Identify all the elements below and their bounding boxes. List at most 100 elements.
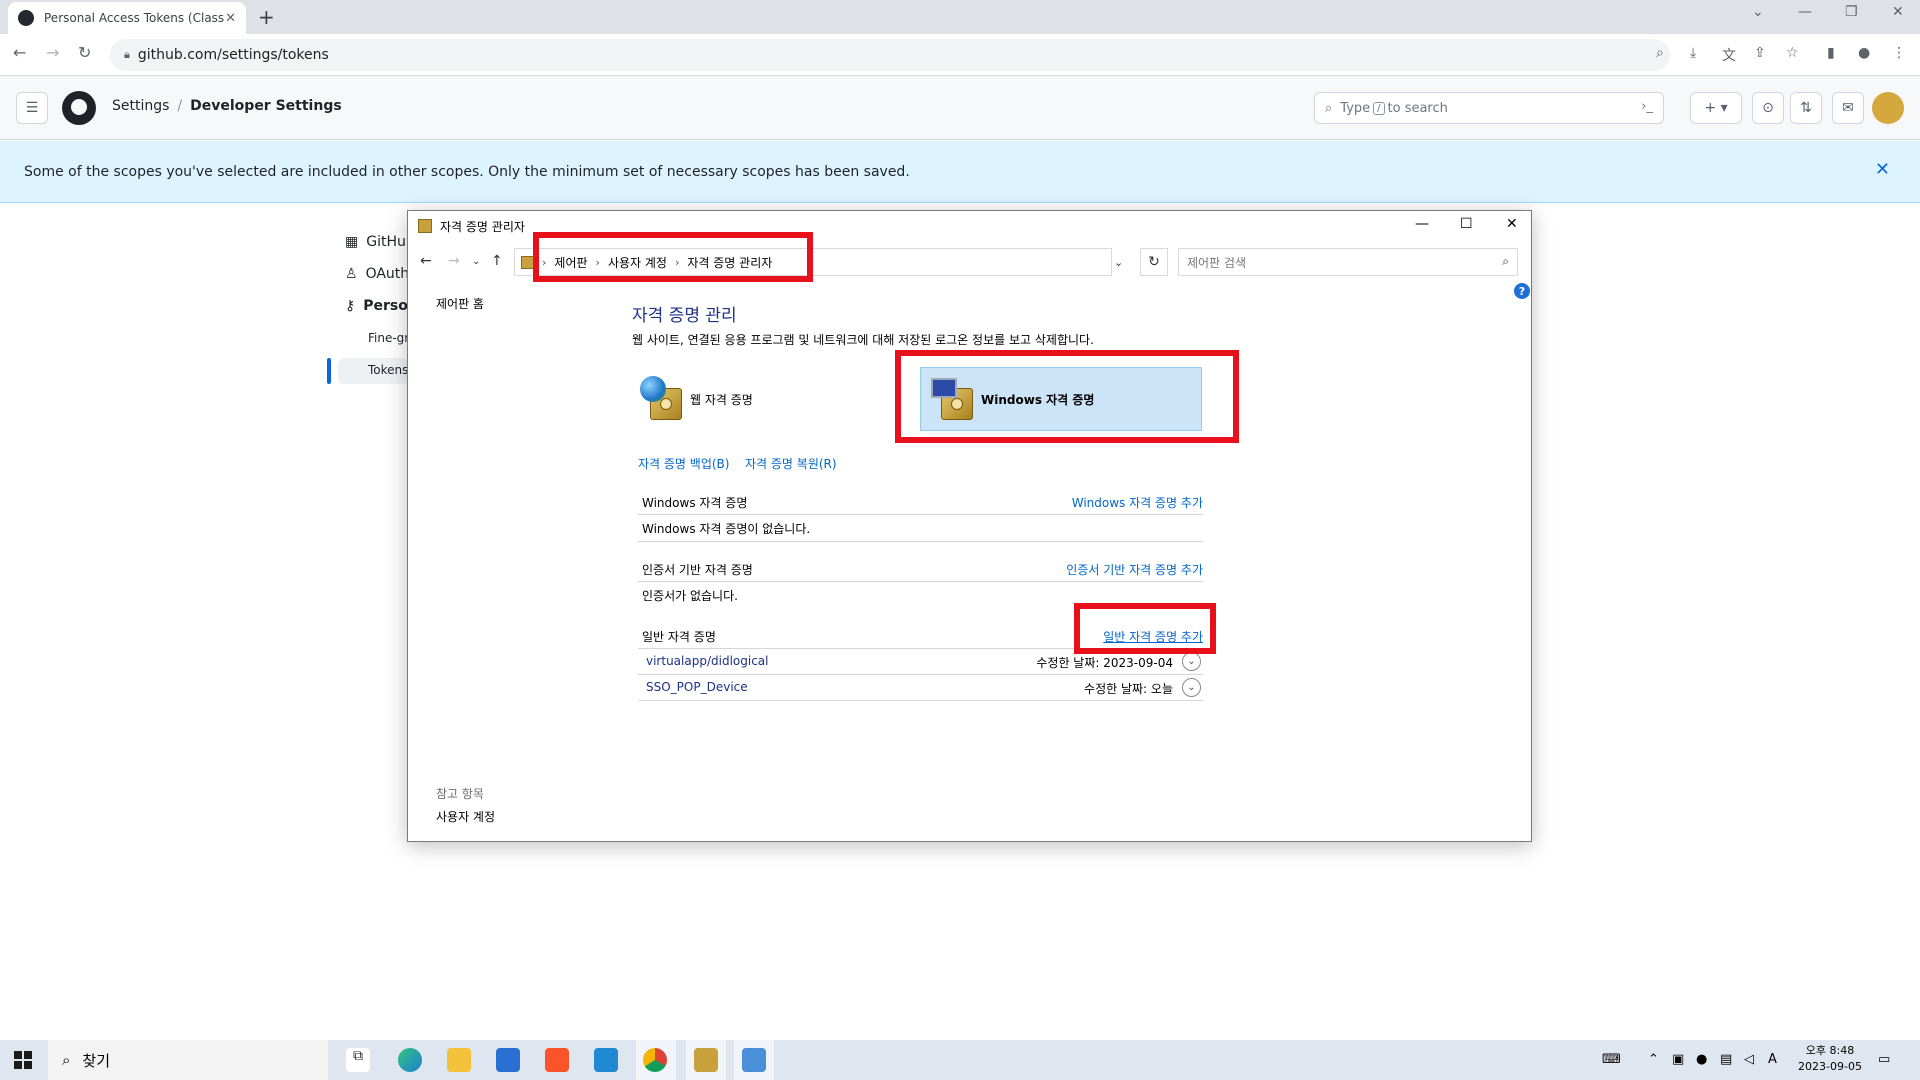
flash-close-icon[interactable]: ✕ <box>1875 159 1890 180</box>
github-logo-icon[interactable] <box>62 91 96 125</box>
web-credentials-tile[interactable]: 웹 자격 증명 <box>640 367 880 431</box>
network-icon[interactable]: ▤ <box>1720 1052 1732 1067</box>
windows-credentials-empty: Windows 자격 증명이 없습니다. <box>642 522 811 536</box>
share-icon[interactable]: ⇪ <box>1754 45 1766 61</box>
recent-locations-icon[interactable]: ⌄ <box>472 256 480 267</box>
command-palette-icon[interactable]: ›_ <box>1641 99 1653 114</box>
install-icon[interactable]: ⤓ <box>1690 45 1696 61</box>
ime-indicator[interactable]: A <box>1768 1052 1777 1067</box>
pull-requests-icon[interactable]: ⇅ <box>1790 92 1822 124</box>
address-dropdown-icon[interactable]: ⌄ <box>1114 256 1123 269</box>
bookmark-star-icon[interactable]: ☆ <box>1786 45 1799 61</box>
sidebar-item-github-apps[interactable]: ▦ GitHub <box>345 234 415 250</box>
breadcrumb: Settings / Developer Settings <box>112 98 342 114</box>
credential-manager-app-icon <box>418 219 432 233</box>
taskbar-search-box[interactable]: ⌕ 찾기 <box>48 1040 328 1080</box>
person-icon: ♙ <box>345 266 358 282</box>
refresh-icon[interactable]: ↻ <box>1140 248 1168 276</box>
up-level-icon[interactable]: ↑ <box>491 253 503 269</box>
new-tab-button[interactable]: + <box>258 5 275 29</box>
page-title: 자격 증명 관리 <box>632 306 737 326</box>
task-view-icon[interactable]: ⧉ <box>346 1048 370 1072</box>
edge-icon[interactable] <box>398 1048 422 1072</box>
browser-tab[interactable]: Personal Access Tokens (Classic) ✕ <box>8 2 246 34</box>
highlight-address-bar <box>533 232 813 282</box>
backup-credentials-link[interactable]: 자격 증명 백업(B) <box>638 455 729 472</box>
dialog-maximize-icon[interactable]: ☐ <box>1460 216 1473 232</box>
certificate-credentials-section: 인증서 기반 자격 증명 인증서 기반 자격 증명 추가 <box>638 556 1203 582</box>
issues-icon[interactable]: ⊙ <box>1752 92 1784 124</box>
breadcrumb-developer-settings[interactable]: Developer Settings <box>190 98 342 114</box>
dialog-close-icon[interactable]: ✕ <box>1506 216 1518 232</box>
keyboard-icon[interactable]: ⌨ <box>1602 1052 1621 1067</box>
list-item[interactable]: SSO_POP_Device 수정한 날짜: 오늘 ⌄ <box>638 675 1203 701</box>
tab-close-icon[interactable]: ✕ <box>225 11 236 26</box>
back-icon[interactable]: ← <box>13 43 26 62</box>
minimize-icon[interactable]: — <box>1798 4 1812 20</box>
create-new-button[interactable]: + ▾ <box>1690 92 1742 124</box>
address-url: github.com/settings/tokens <box>137 47 329 63</box>
sidebar-active-indicator <box>327 358 331 384</box>
user-accounts-link[interactable]: 사용자 계정 <box>436 808 495 825</box>
dialog-forward-icon[interactable]: → <box>448 253 460 269</box>
expand-chevron-icon[interactable]: ⌄ <box>1182 678 1201 697</box>
close-window-icon[interactable]: ✕ <box>1892 4 1904 20</box>
section-label: 인증서 기반 자격 증명 <box>642 563 753 577</box>
inbox-icon[interactable]: ✉ <box>1832 92 1864 124</box>
reload-icon[interactable]: ↻ <box>78 43 91 62</box>
section-label: Windows 자격 증명 <box>642 496 748 510</box>
divider <box>638 541 1203 542</box>
file-explorer-icon[interactable] <box>447 1048 471 1072</box>
start-button[interactable] <box>14 1051 32 1069</box>
add-certificate-credential-link[interactable]: 인증서 기반 자격 증명 추가 <box>1066 561 1203 578</box>
credential-modified: 수정한 날짜: 2023-09-04 <box>1036 656 1173 670</box>
clock-date: 2023-09-05 <box>1798 1060 1862 1073</box>
github-favicon-icon <box>18 10 34 26</box>
add-windows-credential-link[interactable]: Windows 자격 증명 추가 <box>1072 494 1203 511</box>
microphone-icon[interactable]: ● <box>1696 1052 1707 1067</box>
chrome-menu-icon[interactable]: ⋮ <box>1892 45 1906 61</box>
mail-icon[interactable] <box>496 1048 520 1072</box>
tab-title: Personal Access Tokens (Classic) <box>44 11 226 25</box>
sidebar-item-label: OAuth <box>365 266 410 282</box>
address-bar[interactable]: 🔒︎ github.com/settings/tokens <box>110 39 1670 71</box>
side-panel-icon[interactable]: ▮ <box>1827 45 1835 61</box>
windows-credentials-section: Windows 자격 증명 Windows 자격 증명 추가 <box>638 489 1203 515</box>
zoom-icon[interactable]: ⌕ <box>1656 45 1664 61</box>
sidebar-item-oauth-apps[interactable]: ♙ OAuth <box>345 266 409 282</box>
help-icon[interactable]: ? <box>1514 283 1530 299</box>
translate-icon[interactable]: 文 <box>1722 45 1736 65</box>
search-placeholder: 제어판 검색 <box>1187 255 1247 270</box>
tab-search-icon[interactable]: ⌄ <box>1752 4 1764 20</box>
control-panel-taskbar-icon[interactable] <box>742 1048 766 1072</box>
notifications-icon[interactable]: ▭ <box>1878 1052 1890 1067</box>
hamburger-menu-icon[interactable]: ☰ <box>16 92 48 124</box>
vscode-icon[interactable] <box>594 1048 618 1072</box>
restore-credentials-link[interactable]: 자격 증명 복원(R) <box>745 455 837 472</box>
browser-toolbar: ← → ↻ 🔒︎ github.com/settings/tokens ⌕ ⤓ … <box>0 34 1920 76</box>
site-info-icon[interactable]: 🔒︎ <box>124 48 130 62</box>
sidebar-item-fine-grained-tokens[interactable]: Fine-gr <box>368 331 409 345</box>
flash-message: Some of the scopes you've selected are i… <box>24 163 910 180</box>
dialog-back-icon[interactable]: ← <box>420 253 432 269</box>
credential-manager-taskbar-icon[interactable] <box>694 1048 718 1072</box>
sidebar-item-tokens-classic[interactable]: Tokens <box>368 363 408 377</box>
chrome-icon[interactable] <box>643 1048 667 1072</box>
show-hidden-icons-icon[interactable]: ⌃ <box>1648 1052 1659 1067</box>
control-panel-home-link[interactable]: 제어판 홈 <box>436 295 484 312</box>
avatar[interactable] <box>1872 92 1904 124</box>
device-icon[interactable]: ▣ <box>1672 1052 1684 1067</box>
forward-icon[interactable]: → <box>46 43 59 62</box>
github-search-input[interactable]: ⌕ Type / to search ›_ <box>1314 92 1664 124</box>
expand-chevron-icon[interactable]: ⌄ <box>1182 652 1201 671</box>
volume-icon[interactable]: ◁ <box>1744 1052 1754 1067</box>
control-panel-search-input[interactable]: 제어판 검색 ⌕ <box>1178 248 1518 276</box>
search-shortcut-key: / <box>1373 101 1385 115</box>
restore-icon[interactable]: ❐ <box>1845 4 1858 20</box>
taskbar-clock[interactable]: 오후 8:48 2023-09-05 <box>1790 1043 1870 1075</box>
dialog-minimize-icon[interactable]: — <box>1415 216 1429 232</box>
profile-icon[interactable]: ● <box>1858 45 1870 61</box>
brave-icon[interactable] <box>545 1048 569 1072</box>
breadcrumb-settings[interactable]: Settings <box>112 98 169 114</box>
apps-icon: ▦ <box>345 234 359 250</box>
